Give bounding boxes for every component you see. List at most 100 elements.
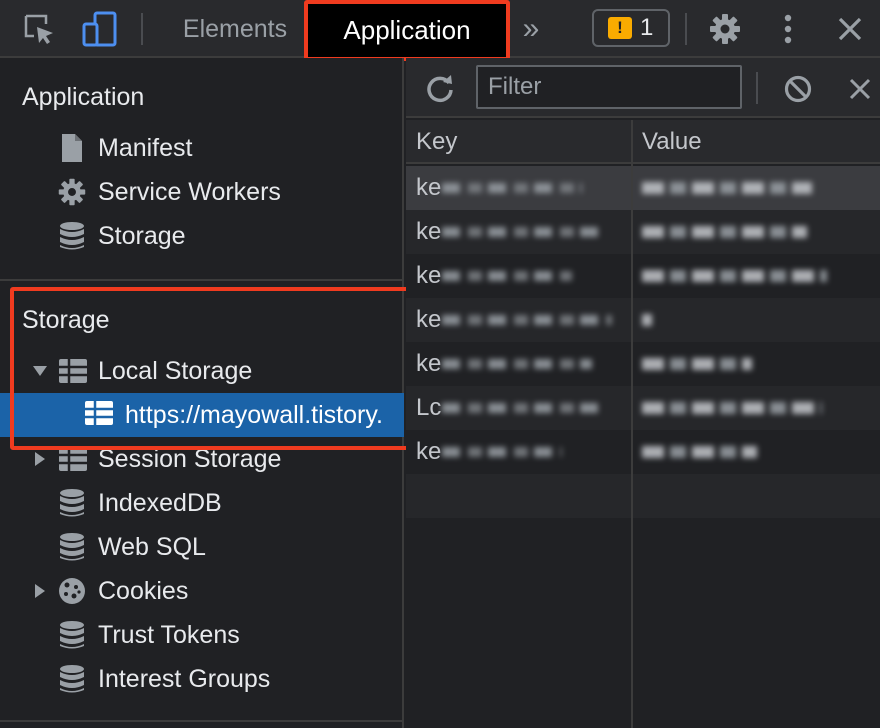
- column-divider: [631, 120, 633, 728]
- redacted-value-text: [642, 358, 752, 370]
- redacted-key-text: [442, 315, 612, 325]
- row-key-cell: Lc: [416, 394, 442, 421]
- refresh-icon[interactable]: [420, 68, 460, 108]
- delete-selected-icon[interactable]: [842, 70, 878, 108]
- sidebar-item-label: Manifest: [98, 133, 193, 162]
- table-header: Key Value: [406, 120, 880, 164]
- sidebar-item-local-storage-origin[interactable]: https://mayowall.tistory.: [0, 393, 404, 437]
- sidebar-item-label: Web SQL: [98, 532, 206, 561]
- column-header-value[interactable]: Value: [632, 120, 702, 164]
- database-icon: [57, 532, 87, 562]
- document-icon: [57, 133, 87, 163]
- redacted-key-text: [442, 447, 562, 457]
- tab-application[interactable]: Application: [304, 0, 510, 61]
- database-icon: [57, 488, 87, 518]
- warning-icon: !: [608, 17, 632, 39]
- filter-input[interactable]: [476, 65, 742, 109]
- sidebar-divider: [0, 720, 404, 722]
- table-grid-icon: [58, 356, 88, 386]
- redacted-value-text: [642, 446, 757, 458]
- sidebar-item-label: Service Workers: [98, 177, 281, 206]
- sidebar-item-web-sql[interactable]: Web SQL: [0, 525, 404, 569]
- close-devtools-icon[interactable]: [832, 10, 868, 48]
- application-sidebar: Application Manifest Service Workers Sto…: [0, 58, 419, 728]
- settings-gear-icon[interactable]: [706, 10, 744, 48]
- row-key-cell: ke: [416, 262, 442, 289]
- cookie-icon: [57, 576, 87, 606]
- sidebar-item-label: Cookies: [98, 576, 189, 605]
- redacted-value-text: [642, 314, 652, 326]
- tab-elements[interactable]: Elements: [168, 0, 302, 58]
- more-tabs-button[interactable]: »: [514, 10, 548, 48]
- storage-section-title: Storage: [22, 306, 110, 334]
- row-key-cell: ke: [416, 218, 442, 245]
- sidebar-item-manifest[interactable]: Manifest: [0, 126, 404, 170]
- sidebar-item-service-workers[interactable]: Service Workers: [0, 170, 404, 214]
- redacted-key-text: [442, 227, 602, 237]
- row-key-cell: ke: [416, 350, 442, 377]
- clear-all-icon[interactable]: [778, 70, 818, 108]
- redacted-value-text: [642, 270, 827, 282]
- sidebar-item-local-storage[interactable]: Local Storage: [0, 349, 404, 393]
- table-grid-icon: [58, 444, 88, 474]
- sidebar-item-label: Storage: [98, 221, 186, 250]
- gear-icon: [57, 177, 87, 207]
- expand-right-arrow-icon[interactable]: [32, 451, 48, 467]
- database-icon: [57, 664, 87, 694]
- toolbar-divider: [141, 13, 143, 45]
- issues-count: 1: [640, 14, 654, 41]
- sidebar-item-cookies[interactable]: Cookies: [0, 569, 404, 613]
- expand-down-arrow-icon[interactable]: [32, 363, 48, 379]
- table-grid-icon: [84, 400, 114, 431]
- database-icon: [57, 221, 87, 251]
- inspect-element-icon[interactable]: [20, 12, 58, 46]
- redacted-value-text: [642, 402, 822, 414]
- sidebar-item-interest-groups[interactable]: Interest Groups: [0, 657, 404, 701]
- table-row[interactable]: ke: [406, 298, 880, 342]
- empty-table-row: [406, 474, 880, 518]
- row-key-cell: ke: [416, 306, 442, 333]
- table-row[interactable]: ke: [406, 342, 880, 386]
- sidebar-item-label: Local Storage: [98, 356, 253, 385]
- devtools-window: Elements Application » ! 1 Application M…: [0, 0, 880, 728]
- sidebar-item-indexeddb[interactable]: IndexedDB: [0, 481, 404, 525]
- sidebar-item-label: IndexedDB: [98, 488, 222, 517]
- device-toolbar-icon[interactable]: [80, 10, 120, 48]
- sidebar-item-label: Interest Groups: [98, 664, 271, 693]
- sidebar-item-label: https://mayowall.tistory.: [125, 401, 383, 429]
- expand-right-arrow-icon[interactable]: [32, 583, 48, 599]
- more-options-icon[interactable]: [775, 10, 801, 48]
- table-row[interactable]: ke: [406, 430, 880, 474]
- sidebar-item-session-storage[interactable]: Session Storage: [0, 437, 404, 481]
- tab-elements-label: Elements: [182, 14, 288, 43]
- sidebar-item-label: Session Storage: [98, 444, 282, 473]
- row-value-cell: [642, 298, 862, 342]
- row-key-cell: ke: [416, 438, 442, 465]
- table-row[interactable]: ke: [406, 166, 880, 210]
- redacted-value-text: [642, 226, 807, 238]
- table-row[interactable]: ke: [406, 254, 880, 298]
- issues-counter-button[interactable]: ! 1: [592, 9, 670, 47]
- tab-application-label: Application: [343, 15, 471, 45]
- sidebar-divider: [0, 279, 404, 281]
- sidebar-item-storage-overview[interactable]: Storage: [0, 214, 404, 258]
- database-icon: [57, 620, 87, 650]
- column-header-key[interactable]: Key: [406, 120, 457, 164]
- table-row[interactable]: Lc: [406, 386, 880, 430]
- redacted-value-text: [642, 182, 812, 194]
- local-storage-panel: Key Value ke ke ke ke ke Lc ke: [406, 58, 880, 728]
- redacted-key-text: [442, 403, 602, 413]
- redacted-key-text: [442, 183, 582, 193]
- table-row[interactable]: ke: [406, 210, 880, 254]
- devtools-toolbar: Elements Application » ! 1: [0, 0, 880, 61]
- storage-filter-bar: [406, 58, 880, 118]
- application-section-title: Application: [22, 83, 145, 111]
- filter-divider: [756, 72, 758, 104]
- toolbar-divider: [685, 13, 687, 45]
- sidebar-item-label: Trust Tokens: [98, 620, 240, 649]
- sidebar-item-trust-tokens[interactable]: Trust Tokens: [0, 613, 404, 657]
- redacted-key-text: [442, 359, 592, 369]
- more-tabs-label: »: [522, 12, 540, 45]
- redacted-key-text: [442, 271, 572, 281]
- row-key-cell: ke: [416, 174, 442, 201]
